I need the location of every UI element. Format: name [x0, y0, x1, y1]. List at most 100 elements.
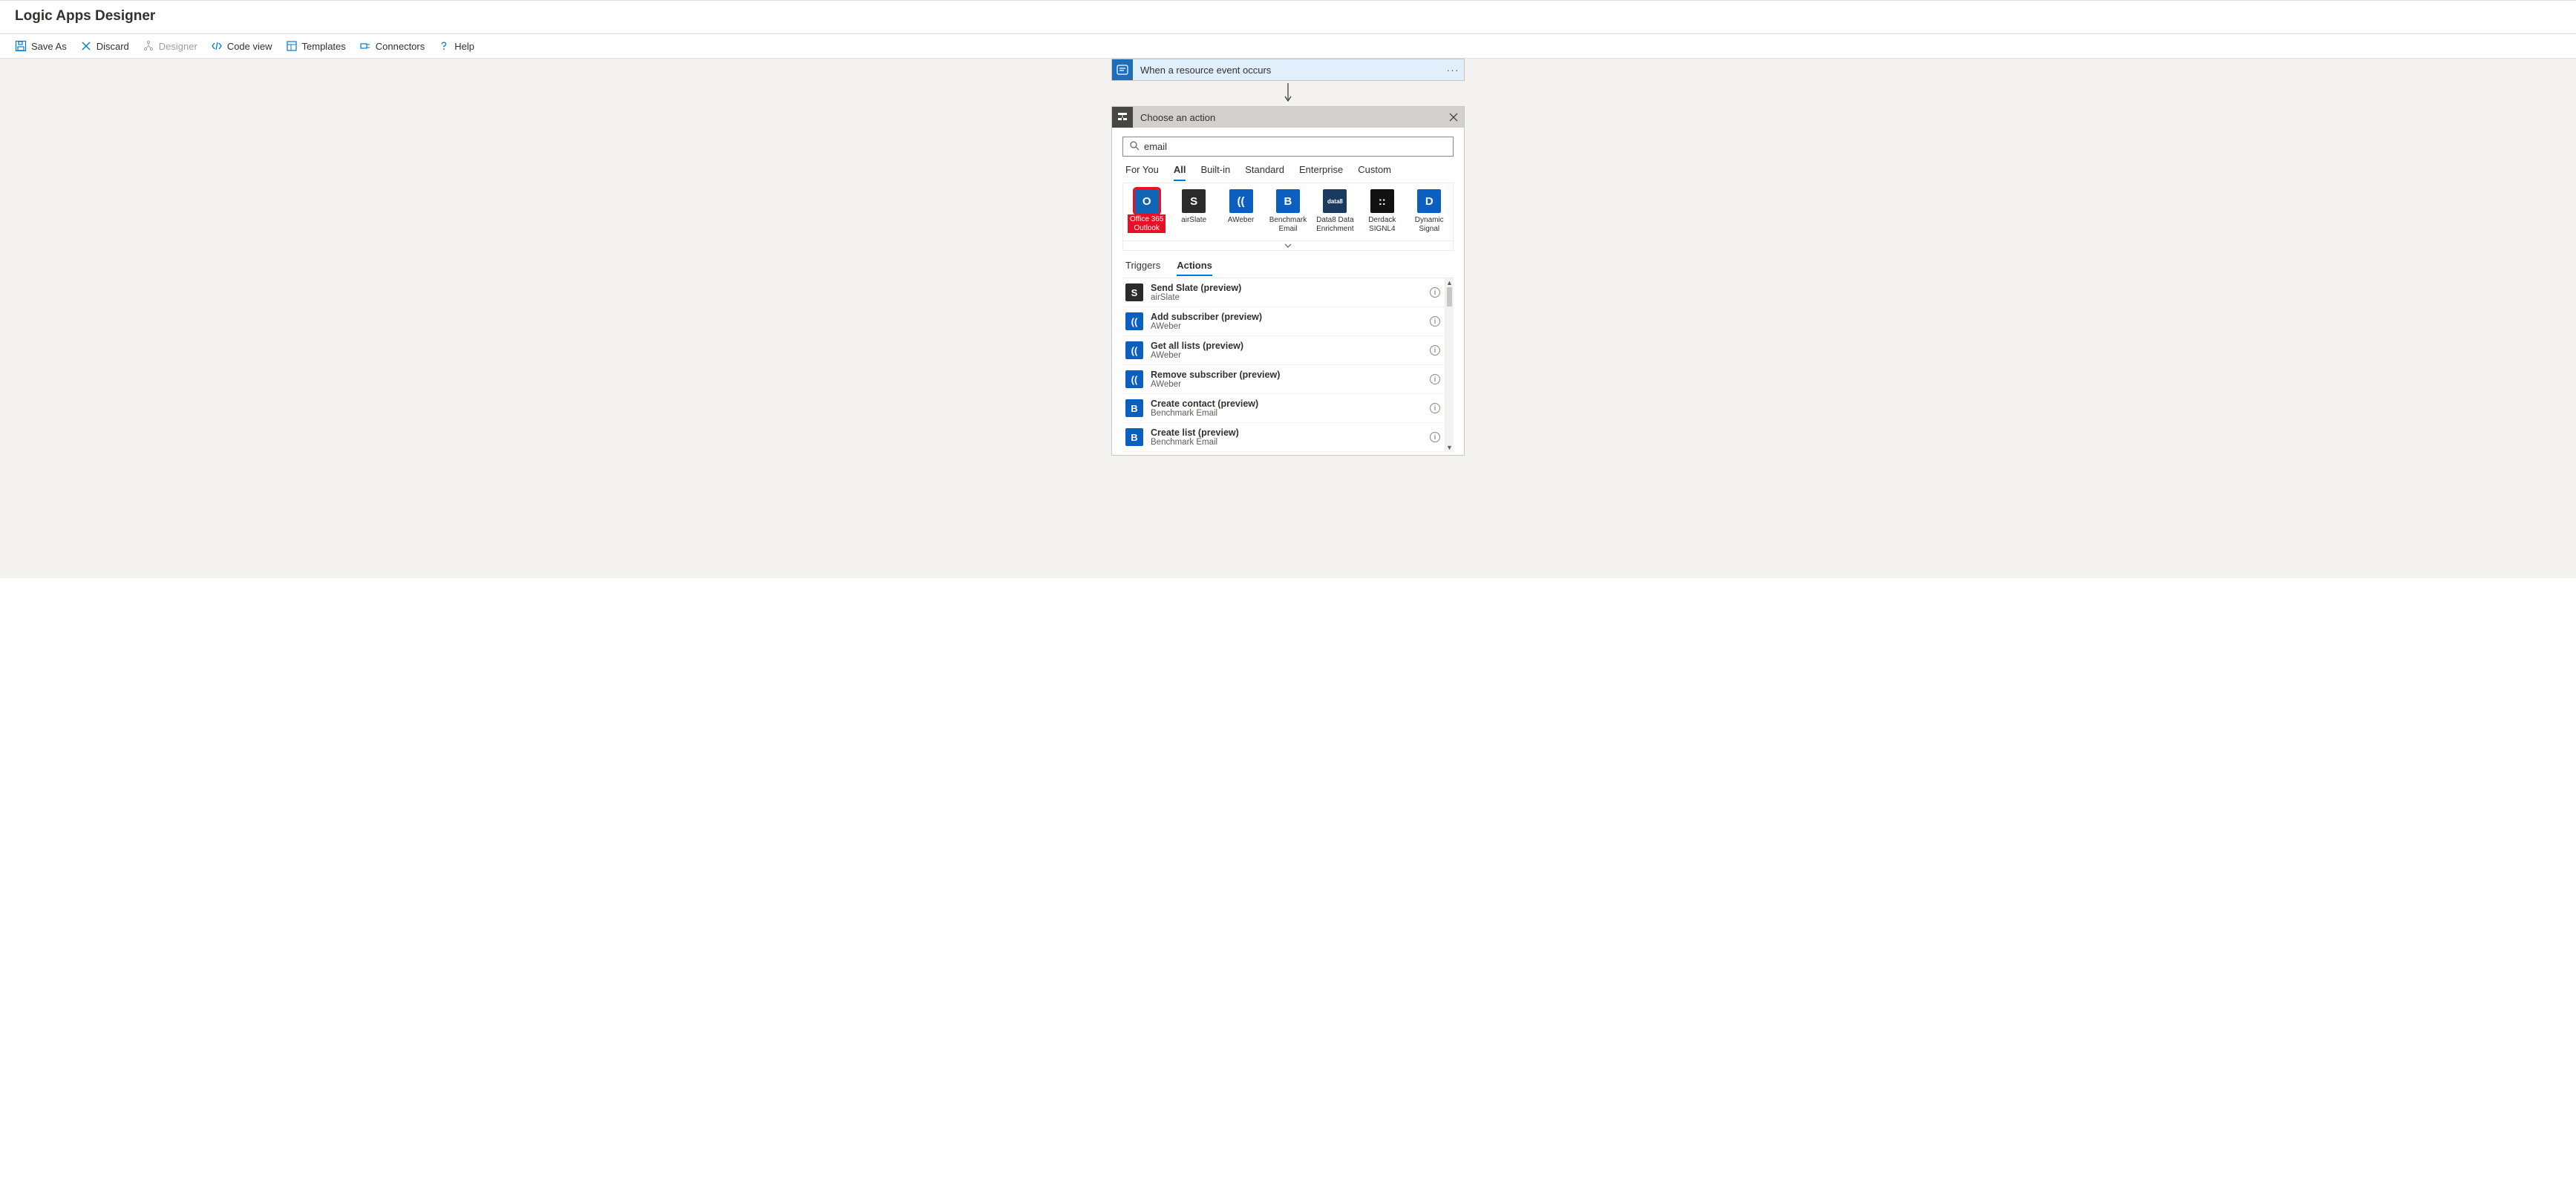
scope-tab-custom[interactable]: Custom: [1358, 164, 1391, 181]
discard-label: Discard: [97, 41, 129, 52]
action-item[interactable]: (( Remove subscriber (preview)AWeberi: [1122, 365, 1445, 394]
trigger-title: When a resource event occurs: [1133, 65, 1442, 76]
trigger-card[interactable]: When a resource event occurs ···: [1111, 59, 1465, 81]
connector-label: Office 365 Outlook: [1128, 214, 1166, 233]
action-item[interactable]: B Create contact (preview)Benchmark Email…: [1122, 394, 1445, 423]
panel-title: Choose an action: [1133, 112, 1443, 123]
scroll-thumb[interactable]: [1447, 287, 1452, 306]
search-icon: [1129, 140, 1140, 153]
action-title: Get all lists (preview): [1151, 341, 1422, 351]
action-subtitle: AWeber: [1151, 351, 1422, 360]
designer-label: Designer: [159, 41, 197, 52]
code-view-label: Code view: [227, 41, 272, 52]
action-subtitle: AWeber: [1151, 322, 1422, 331]
action-connector-icon: S: [1125, 283, 1143, 301]
help-icon: [438, 40, 450, 52]
connector-airslate[interactable]: SairSlate: [1174, 189, 1212, 233]
action-subtitle: Benchmark Email: [1151, 409, 1422, 418]
connector-dynamic-signal[interactable]: DDynamic Signal: [1410, 189, 1448, 233]
connectors-button[interactable]: Connectors: [359, 40, 425, 52]
connector-aweber[interactable]: (( AWeber: [1222, 189, 1260, 233]
action-connector-icon: ((: [1125, 370, 1143, 388]
connector-label: AWeber: [1228, 216, 1255, 225]
action-subtitle: AWeber: [1151, 380, 1422, 389]
connectors-icon: [359, 40, 371, 52]
action-item[interactable]: S Send Slate (preview)airSlate i: [1122, 278, 1445, 307]
designer-icon: [143, 40, 154, 52]
connector-icon: O: [1135, 189, 1159, 213]
connector-label: Dynamic Signal: [1410, 216, 1448, 233]
scope-tab-for-you[interactable]: For You: [1125, 164, 1159, 181]
search-field[interactable]: [1122, 137, 1454, 157]
code-view-button[interactable]: Code view: [211, 40, 272, 52]
info-icon[interactable]: i: [1430, 345, 1440, 355]
flow-arrow: [1282, 81, 1294, 106]
page-title: Logic Apps Designer: [0, 0, 2576, 34]
connector-icon: ((: [1229, 189, 1253, 213]
templates-button[interactable]: Templates: [286, 40, 346, 52]
save-as-button[interactable]: Save As: [15, 40, 67, 52]
save-as-label: Save As: [31, 41, 67, 52]
action-connector-icon: B: [1125, 428, 1143, 446]
scope-tab-all[interactable]: All: [1174, 164, 1186, 181]
action-item[interactable]: (( Add subscriber (preview)AWeberi: [1122, 307, 1445, 336]
action-item[interactable]: B Create list (preview)Benchmark Email i: [1122, 423, 1445, 452]
connector-label: Derdack SIGNL4: [1363, 216, 1401, 233]
info-icon[interactable]: i: [1430, 403, 1440, 413]
designer-canvas[interactable]: When a resource event occurs ··· Choose …: [0, 59, 2576, 578]
connector-grid: OOffice 365 OutlookSairSlate((AWeberBBen…: [1123, 183, 1453, 240]
action-title: Send Slate (preview): [1151, 283, 1422, 293]
toolbar: Save As Discard Designer Code view Templ…: [0, 34, 2576, 59]
expand-connectors-button[interactable]: [1123, 240, 1453, 251]
info-icon[interactable]: i: [1430, 316, 1440, 327]
action-subtitle: Benchmark Email: [1151, 438, 1422, 447]
tab-triggers[interactable]: Triggers: [1125, 260, 1160, 276]
action-item[interactable]: (( Get all lists (preview)AWeberi: [1122, 336, 1445, 365]
scope-tab-enterprise[interactable]: Enterprise: [1299, 164, 1343, 181]
scope-tab-built-in[interactable]: Built-in: [1200, 164, 1230, 181]
close-panel-button[interactable]: [1443, 107, 1464, 128]
trigger-more-button[interactable]: ···: [1442, 64, 1464, 76]
close-icon: [80, 40, 92, 52]
help-label: Help: [454, 41, 474, 52]
search-input[interactable]: [1144, 141, 1447, 152]
templates-label: Templates: [302, 41, 346, 52]
action-icon: [1112, 107, 1133, 128]
action-title: Remove subscriber (preview): [1151, 370, 1422, 380]
connector-derdack-signl4[interactable]: ::Derdack SIGNL4: [1363, 189, 1401, 233]
save-icon: [15, 40, 27, 52]
event-grid-icon: [1112, 59, 1133, 80]
action-connector-icon: ((: [1125, 341, 1143, 359]
connector-icon: ::: [1370, 189, 1394, 213]
templates-icon: [286, 40, 298, 52]
discard-button[interactable]: Discard: [80, 40, 129, 52]
connector-data8-data-enrichment[interactable]: data8 Data8 Data Enrichment: [1316, 189, 1354, 233]
connector-icon: S: [1182, 189, 1206, 213]
scroll-down-button[interactable]: ▼: [1446, 443, 1453, 452]
info-icon[interactable]: i: [1430, 432, 1440, 442]
help-button[interactable]: Help: [438, 40, 474, 52]
action-title: Add subscriber (preview): [1151, 312, 1422, 322]
info-icon[interactable]: i: [1430, 374, 1440, 384]
scrollbar[interactable]: ▲ ▼: [1445, 278, 1454, 452]
action-title: Create list (preview): [1151, 427, 1422, 438]
scope-tabs: For You All Built-in Standard Enterprise Cust…: [1122, 157, 1454, 181]
tab-actions[interactable]: Actions: [1177, 260, 1212, 276]
scroll-track[interactable]: [1445, 287, 1454, 443]
connector-icon: data8: [1323, 189, 1347, 213]
connector-office-365-outlook[interactable]: OOffice 365 Outlook: [1128, 189, 1166, 233]
connector-label: airSlate: [1181, 216, 1206, 225]
choose-action-panel: Choose an action For You All Built-in Stand…: [1111, 106, 1465, 456]
designer-button: Designer: [143, 40, 197, 52]
info-icon[interactable]: i: [1430, 287, 1440, 298]
connector-benchmark-email[interactable]: BBenchmark Email: [1269, 189, 1307, 233]
connector-icon: B: [1276, 189, 1300, 213]
action-connector-icon: ((: [1125, 312, 1143, 330]
action-title: Create contact (preview): [1151, 399, 1422, 409]
scroll-up-button[interactable]: ▲: [1446, 278, 1453, 287]
action-connector-icon: B: [1125, 399, 1143, 417]
connector-label: Data8 Data Enrichment: [1316, 216, 1354, 233]
action-subtitle: airSlate: [1151, 293, 1422, 302]
scope-tab-standard[interactable]: Standard: [1245, 164, 1284, 181]
triggers-actions-tabs: Triggers Actions: [1122, 251, 1454, 276]
